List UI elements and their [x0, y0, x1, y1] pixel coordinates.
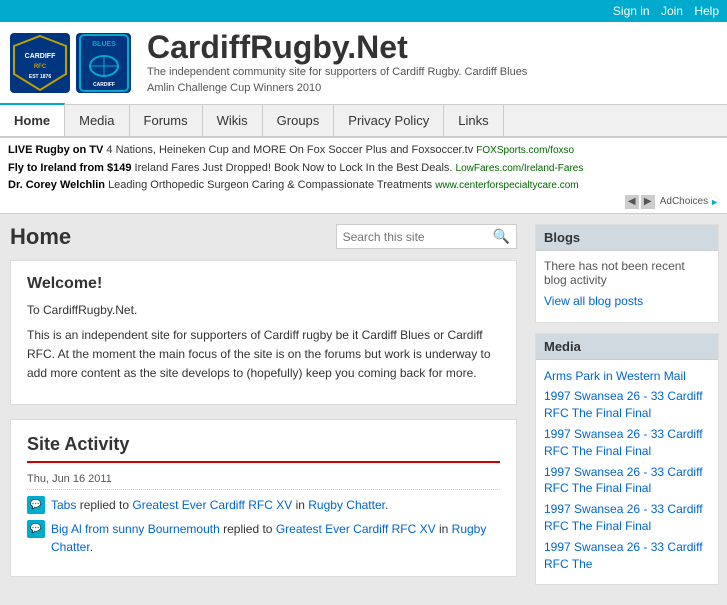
nav-item-privacy[interactable]: Privacy Policy	[334, 105, 444, 136]
ad-title-3: Dr. Corey Welchlin	[8, 179, 108, 191]
signin-link[interactable]: Sign in	[613, 4, 650, 18]
site-activity: Site Activity Thu, Jun 16 2011 💬 Tabs re…	[10, 419, 517, 577]
activity-text-1: Tabs replied to Greatest Ever Cardiff RF…	[51, 496, 388, 514]
activity-user-2[interactable]: Big Al from sunny Bournemouth	[51, 522, 220, 536]
ad-url-2: LowFares.com/Ireland-Fares	[456, 163, 584, 174]
ad-body-1: 4 Nations, Heineken Cup and MORE On Fox …	[106, 144, 476, 156]
ad-banner: LIVE Rugby on TV 4 Nations, Heineken Cup…	[0, 138, 727, 214]
activity-location-1[interactable]: Rugby Chatter	[308, 498, 385, 512]
welcome-para2: This is an independent site for supporte…	[27, 326, 500, 384]
ad-body-3: Leading Orthopedic Surgeon Caring & Comp…	[108, 179, 435, 191]
media-title: Media	[536, 334, 718, 360]
site-tagline-1: The independent community site for suppo…	[147, 65, 527, 80]
blogs-title: Blogs	[536, 225, 718, 251]
activity-link-2[interactable]: Greatest Ever Cardiff RFC XV	[276, 522, 436, 536]
main-content: Home 🔍 Welcome! To CardiffRugby.Net. Thi…	[0, 214, 727, 605]
blogs-view-all[interactable]: View all blog posts	[544, 293, 710, 310]
blogs-no-activity: There has not been recent blog activity	[544, 259, 710, 287]
svg-text:RFC: RFC	[33, 64, 46, 70]
welcome-heading: Welcome!	[27, 275, 500, 293]
help-link[interactable]: Help	[694, 4, 719, 18]
ad-controls: ◀ ▶ AdChoices ►	[8, 195, 719, 209]
ad-line-2[interactable]: Fly to Ireland from $149 Ireland Fares J…	[8, 160, 719, 178]
media-item-1[interactable]: 1997 Swansea 26 - 33 Cardiff RFC The Fin…	[544, 388, 710, 422]
logo-area: CARDIFF RFC EST 1876 BLUES CARDIFF	[10, 33, 131, 93]
nav-item-groups[interactable]: Groups	[263, 105, 335, 136]
nav-item-media[interactable]: Media	[65, 105, 129, 136]
svg-text:CARDIFF: CARDIFF	[24, 53, 55, 60]
top-bar: Sign in Join Help	[0, 0, 727, 22]
page-title-bar: Home 🔍	[10, 224, 517, 250]
media-item-4[interactable]: 1997 Swansea 26 - 33 Cardiff RFC The Fin…	[544, 501, 710, 535]
media-item-3[interactable]: 1997 Swansea 26 - 33 Cardiff RFC The Fin…	[544, 464, 710, 498]
welcome-box: Welcome! To CardiffRugby.Net. This is an…	[10, 260, 517, 405]
cardiff-rfc-logo: CARDIFF RFC EST 1876	[10, 33, 70, 93]
svg-text:CARDIFF: CARDIFF	[93, 82, 115, 88]
header: CARDIFF RFC EST 1876 BLUES CARDIFF Cardi…	[0, 22, 727, 105]
ad-title-2: Fly to Ireland from $149	[8, 162, 135, 174]
center-col: Home 🔍 Welcome! To CardiffRugby.Net. Thi…	[0, 214, 527, 605]
media-item-5[interactable]: 1997 Swansea 26 - 33 Cardiff RFC The	[544, 539, 710, 573]
ad-choices-icon: ►	[710, 197, 719, 207]
activity-icon-1: 💬	[27, 496, 45, 514]
media-item-0[interactable]: Arms Park in Western Mail	[544, 368, 710, 385]
site-tagline-2: Amlin Challenge Cup Winners 2010	[147, 81, 527, 96]
right-sidebar: Blogs There has not been recent blog act…	[527, 214, 727, 605]
ad-choices-label: AdChoices	[660, 196, 708, 207]
ad-prev-button[interactable]: ◀	[625, 195, 639, 209]
media-section: Media Arms Park in Western Mail 1997 Swa…	[535, 333, 719, 586]
ad-line-3[interactable]: Dr. Corey Welchlin Leading Orthopedic Su…	[8, 177, 719, 195]
ad-title-1: LIVE Rugby on TV	[8, 144, 106, 156]
activity-item-1: 💬 Tabs replied to Greatest Ever Cardiff …	[27, 496, 500, 514]
ad-next-button[interactable]: ▶	[641, 195, 655, 209]
site-activity-heading: Site Activity	[27, 434, 500, 463]
ad-url-1: FOXSports.com/foxso	[476, 145, 574, 156]
search-input[interactable]	[343, 230, 493, 244]
nav-item-links[interactable]: Links	[444, 105, 503, 136]
ad-url-3: www.centerforspecialtycare.com	[435, 180, 578, 191]
activity-user-1[interactable]: Tabs	[51, 498, 76, 512]
svg-text:EST 1876: EST 1876	[28, 74, 50, 80]
nav-item-forums[interactable]: Forums	[130, 105, 203, 136]
activity-item-2: 💬 Big Al from sunny Bournemouth replied …	[27, 520, 500, 556]
page-title: Home	[10, 224, 71, 250]
ad-line-1[interactable]: LIVE Rugby on TV 4 Nations, Heineken Cup…	[8, 142, 719, 160]
welcome-para1: To CardiffRugby.Net.	[27, 301, 500, 320]
cardiff-blues-logo: BLUES CARDIFF	[76, 33, 131, 93]
svg-text:BLUES: BLUES	[92, 41, 116, 48]
activity-text-2: Big Al from sunny Bournemouth replied to…	[51, 520, 500, 556]
search-icon[interactable]: 🔍	[493, 228, 510, 245]
activity-link-1[interactable]: Greatest Ever Cardiff RFC XV	[132, 498, 292, 512]
activity-icon-2: 💬	[27, 520, 45, 538]
ad-body-2: Ireland Fares Just Dropped! Book Now to …	[135, 162, 456, 174]
nav: Home Media Forums Wikis Groups Privacy P…	[0, 105, 727, 138]
blogs-section: Blogs There has not been recent blog act…	[535, 224, 719, 323]
join-link[interactable]: Join	[661, 4, 683, 18]
search-bar[interactable]: 🔍	[336, 224, 517, 249]
nav-item-home[interactable]: Home	[0, 103, 65, 136]
activity-date: Thu, Jun 16 2011	[27, 473, 500, 490]
media-body: Arms Park in Western Mail 1997 Swansea 2…	[536, 360, 718, 585]
site-name: CardiffRugby.Net	[147, 30, 527, 65]
media-item-2[interactable]: 1997 Swansea 26 - 33 Cardiff RFC The Fin…	[544, 426, 710, 460]
nav-item-wikis[interactable]: Wikis	[203, 105, 263, 136]
blogs-body: There has not been recent blog activity …	[536, 251, 718, 322]
site-title-area: CardiffRugby.Net The independent communi…	[147, 30, 527, 96]
